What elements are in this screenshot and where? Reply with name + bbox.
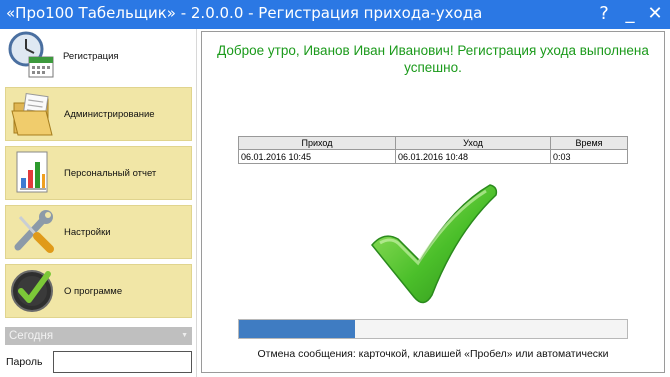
wrench-screwdriver-icon [14,210,54,253]
sidebar-item-settings[interactable]: Настройки [5,205,192,259]
sidebar-item-label: Администрирование [64,108,155,120]
title-bar: «Про100 Табельщик» - 2.0.0.0 - Регистрац… [0,0,670,29]
registration-panel: Доброе утро, Иванов Иван Иванович! Регис… [201,31,665,373]
cell-arrival: 06.01.2016 10:45 [238,149,396,164]
sidebar-item-personal-report[interactable]: Персональный отчет [5,146,192,200]
registration-table: Приход Уход Время 06.01.2016 10:45 06.01… [238,136,628,164]
sidebar-item-about[interactable]: О программе [5,264,192,318]
table-row: 06.01.2016 10:45 06.01.2016 10:48 0:03 [238,149,628,164]
password-label: Пароль [6,356,43,368]
sidebar-item-registration[interactable]: Регистрация [5,29,192,83]
bar-chart-report-icon [16,151,48,193]
password-input[interactable] [53,351,192,373]
minimize-button[interactable]: _ [620,2,640,26]
clock-calendar-icon [8,31,54,78]
column-header-arrival: Приход [238,136,396,150]
sidebar-item-administration[interactable]: Администрирование [5,87,192,141]
column-header-departure: Уход [395,136,551,150]
folder-documents-icon [11,93,53,136]
period-select[interactable]: Сегодня ▼ [5,327,192,345]
sidebar-item-label: Регистрация [63,50,119,62]
success-checkmark-icon [371,184,498,304]
cell-time: 0:03 [550,149,628,164]
close-button[interactable]: ✕ [645,2,665,26]
progress-fill [239,320,356,338]
check-circle-icon [11,270,53,312]
sidebar-item-label: Персональный отчет [64,167,157,179]
success-message: Доброе утро, Иванов Иван Иванович! Регис… [217,43,649,75]
auto-close-progress [238,319,628,339]
table-header-row: Приход Уход Время [238,136,628,150]
chevron-down-icon: ▼ [181,332,188,339]
sidebar-item-label: О программе [64,285,123,297]
cancel-hint: Отмена сообщения: карточкой, клавишей «П… [257,348,609,360]
sidebar: Регистрация Администрирование Персональн… [0,29,197,377]
period-select-value: Сегодня [9,330,54,342]
help-button[interactable]: ? [594,2,614,26]
sidebar-item-label: Настройки [64,226,111,238]
window-title: «Про100 Табельщик» - 2.0.0.0 - Регистрац… [6,4,483,22]
cell-departure: 06.01.2016 10:48 [395,149,551,164]
column-header-time: Время [550,136,628,150]
